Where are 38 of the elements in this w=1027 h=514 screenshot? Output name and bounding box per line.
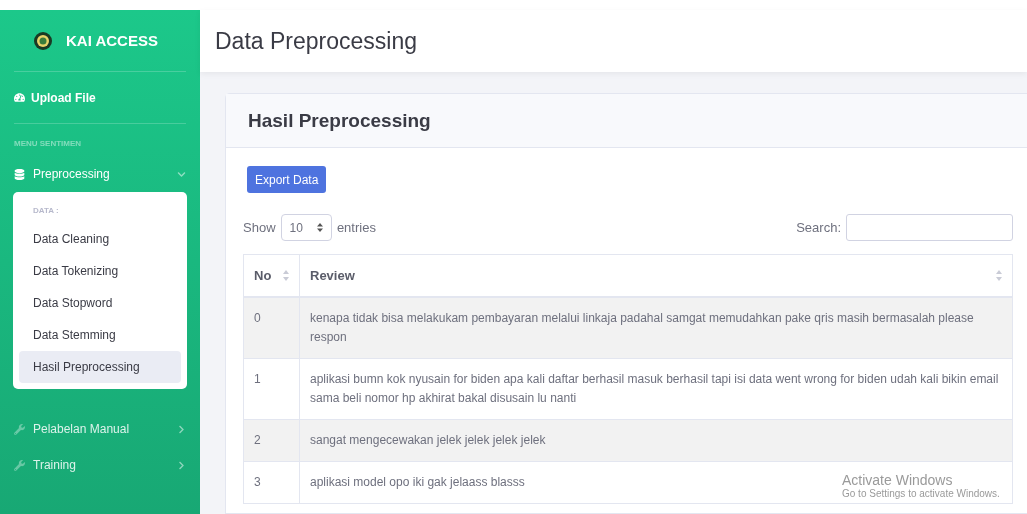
- table-cell: aplikasi bumn kok nyusain for biden apa kali daftar berhasil masuk berhasil tapi isi data went wrong for biden udah kali bikin email sama beli nomor hp akhirat bakal disusain lu nanti: [299, 358, 1013, 419]
- submenu-heading: DATA :: [32, 205, 60, 217]
- sort-icon: [316, 223, 323, 232]
- search-label: Search:: [796, 220, 841, 235]
- submenu-item[interactable]: Data Stemming: [19, 319, 181, 351]
- entries-label: entries: [336, 220, 376, 235]
- column-header[interactable]: Review: [299, 254, 1013, 297]
- activation-text: Go to Settings to activate Windows.: [842, 488, 1000, 499]
- column-header[interactable]: No: [243, 254, 300, 297]
- submenu-item[interactable]: Hasil Preprocessing: [19, 351, 181, 383]
- gauge-icon: [14, 92, 25, 103]
- card-title: Hasil Preprocessing: [248, 109, 431, 132]
- entries-select[interactable]: 10: [280, 214, 332, 241]
- submenu-item[interactable]: Data Stopword: [19, 287, 181, 319]
- sort-icon[interactable]: [996, 269, 1002, 281]
- table-cell: 3: [243, 461, 300, 503]
- section-heading: MENU SENTIMEN: [14, 138, 83, 150]
- chevron-icon: [177, 169, 186, 179]
- table-cell: sangat mengecewakan jelek jelek jelek jelek: [299, 419, 1013, 461]
- wrench-icon: [14, 423, 25, 435]
- table-cell: kenapa tidak bisa melakukam pembayaran melalui linkaja padahal samgat memudahkan pake qris masih bermasalah please respon: [299, 296, 1013, 358]
- table-cell: 0: [243, 296, 300, 358]
- submenu-item[interactable]: Data Tokenizing: [19, 255, 181, 287]
- wrench-icon: [14, 459, 25, 471]
- sort-icon[interactable]: [283, 269, 289, 281]
- show-label: Show: [243, 220, 276, 235]
- table-cell: 1: [243, 358, 300, 419]
- database-icon: [14, 168, 25, 180]
- export-button[interactable]: Export Data: [247, 166, 327, 193]
- activation-title: Activate Windows: [842, 472, 954, 488]
- search-field[interactable]: [846, 214, 1013, 241]
- page-title: Data Preprocessing: [215, 27, 417, 55]
- brand-name: KAI ACCESS: [66, 32, 158, 49]
- logo-icon: [34, 31, 52, 50]
- table-cell: 2: [243, 419, 300, 461]
- chevron-icon: [177, 424, 186, 434]
- submenu-item[interactable]: Data Cleaning: [19, 223, 181, 255]
- chevron-icon: [177, 460, 186, 470]
